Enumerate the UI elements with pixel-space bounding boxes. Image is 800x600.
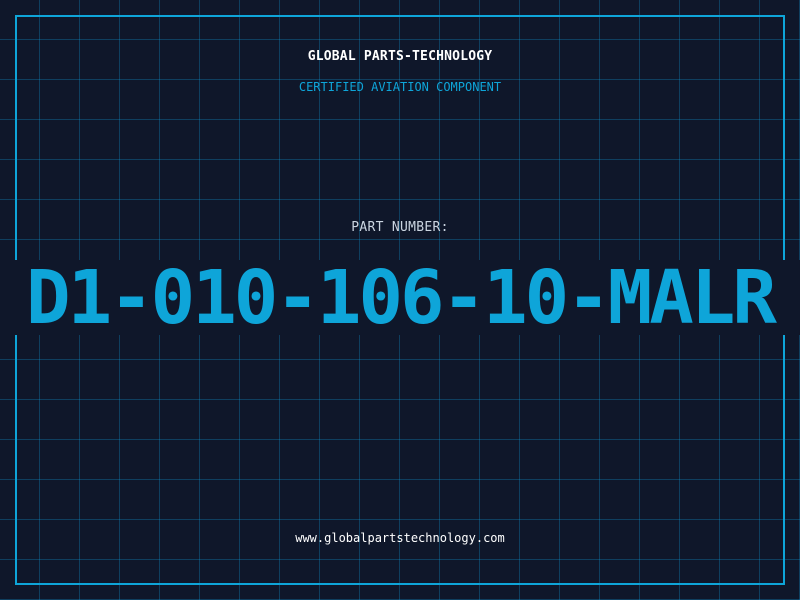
part-number-value: D1-010-106-10-MALR — [26, 260, 777, 335]
part-number-label: PART NUMBER: — [351, 220, 449, 235]
brand-title: GLOBAL PARTS-TECHNOLOGY — [307, 49, 493, 64]
part-label-card: GLOBAL PARTS-TECHNOLOGY CERTIFIED AVIATI… — [0, 0, 800, 600]
certification-subtitle: CERTIFIED AVIATION COMPONENT — [298, 80, 502, 94]
website-url: www.globalpartstechnology.com — [295, 531, 505, 545]
part-number-band: D1-010-106-10-MALR — [0, 260, 800, 335]
